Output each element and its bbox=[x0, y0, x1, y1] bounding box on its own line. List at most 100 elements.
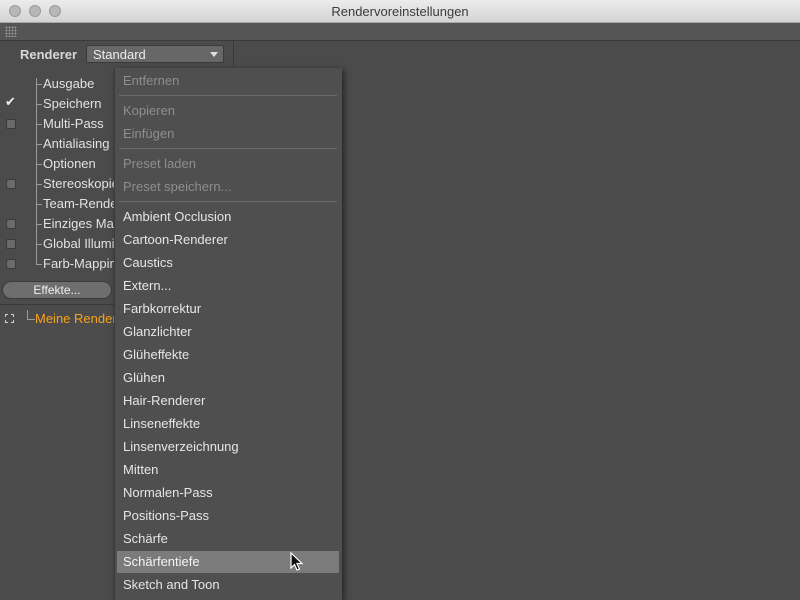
tree-item[interactable]: ✔ Speichern bbox=[0, 94, 115, 114]
menu-item-label: Normalen-Pass bbox=[123, 485, 213, 500]
tree-item[interactable]: Antialiasing bbox=[0, 134, 115, 154]
menu-item-label: Extern... bbox=[123, 278, 172, 293]
menu-item[interactable]: Positions-Pass bbox=[117, 505, 339, 527]
tree-item-label: Ausgabe bbox=[43, 76, 95, 91]
tree-connector bbox=[36, 104, 42, 105]
menu-separator bbox=[119, 95, 337, 96]
menu-item-label: Schärfe bbox=[123, 531, 168, 546]
menu-item-label: Glühen bbox=[123, 370, 165, 385]
tree-item-label: Antialiasing bbox=[43, 136, 110, 151]
tree-connector bbox=[36, 144, 42, 145]
menu-item[interactable]: Glanzlichter bbox=[117, 321, 339, 343]
menu-item-label: Kopieren bbox=[123, 103, 176, 118]
menu-item[interactable]: Kopieren bbox=[117, 100, 339, 122]
menu-item-label: Mitten bbox=[123, 462, 159, 477]
tree-item[interactable]: Ausgabe bbox=[0, 74, 115, 94]
tree-connector bbox=[36, 124, 42, 125]
settings-tree: Ausgabe ✔ Speichern Multi-Pass Antialiasing O… bbox=[0, 68, 122, 600]
tree-connector bbox=[27, 310, 35, 320]
menu-item-label: Positions-Pass bbox=[123, 508, 209, 523]
menu-item-label: Entfernen bbox=[123, 73, 180, 88]
preset-label: Meine Render bbox=[35, 311, 117, 326]
menu-item-label: Sketch and Toon bbox=[123, 577, 220, 592]
tree-connector bbox=[36, 224, 42, 225]
menu-item[interactable]: Schärfentiefe bbox=[117, 551, 339, 573]
preset-icon bbox=[5, 314, 14, 323]
renderer-label: Renderer bbox=[20, 47, 78, 62]
divider bbox=[233, 41, 234, 67]
menu-item[interactable]: Entfernen bbox=[117, 70, 339, 92]
menu-item[interactable]: Glühen bbox=[117, 367, 339, 389]
tree-item[interactable]: Team-Render bbox=[0, 194, 122, 214]
menu-item[interactable]: Linsenverzeichnung bbox=[117, 436, 339, 458]
menu-item-label: Hair-Renderer bbox=[123, 393, 206, 408]
checkmark-icon[interactable]: ✔ bbox=[5, 94, 16, 110]
preset-item[interactable]: Meine Render bbox=[0, 309, 117, 329]
tree-connector bbox=[36, 164, 42, 165]
menu-item[interactable]: Farbkorrektur bbox=[117, 298, 339, 320]
menu-item[interactable]: Linseneffekte bbox=[117, 413, 339, 435]
menu-item[interactable]: Extern... bbox=[117, 275, 339, 297]
menu-item-label: Glanzlichter bbox=[123, 324, 192, 339]
menu-item[interactable]: Ambient Occlusion bbox=[117, 206, 339, 228]
menu-item-label: Farbkorrektur bbox=[123, 301, 202, 316]
grip-icon[interactable] bbox=[5, 26, 17, 37]
menu-item-label: Cartoon-Renderer bbox=[123, 232, 228, 247]
renderer-row: Renderer Standard bbox=[0, 41, 234, 67]
menu-item[interactable]: Cartoon-Renderer bbox=[117, 229, 339, 251]
tree-connector bbox=[36, 204, 42, 205]
window-title: Rendervoreinstellungen bbox=[331, 4, 469, 19]
tree-item-label: Multi-Pass bbox=[43, 116, 104, 131]
tree-item[interactable]: Farb-Mappin bbox=[0, 254, 117, 274]
checkbox[interactable] bbox=[6, 259, 16, 269]
menu-item-label: Linsenverzeichnung bbox=[123, 439, 239, 454]
menu-item-label: Linseneffekte bbox=[123, 416, 201, 431]
menu-item[interactable]: Hair-Renderer bbox=[117, 390, 339, 412]
divider bbox=[0, 304, 115, 305]
menu-item[interactable]: Schärfe bbox=[117, 528, 339, 550]
menu-item-label: Preset laden bbox=[123, 156, 196, 171]
menu-item[interactable]: Einfügen bbox=[117, 123, 339, 145]
tree-connector bbox=[36, 244, 42, 245]
tree-item[interactable]: Stereoskopie bbox=[0, 174, 119, 194]
effects-button[interactable]: Effekte... bbox=[2, 281, 112, 299]
checkbox[interactable] bbox=[6, 239, 16, 249]
tree-item[interactable]: Multi-Pass bbox=[0, 114, 115, 134]
toolbar-strip bbox=[0, 23, 800, 41]
context-menu: Entfernen Kopieren Einfügen Preset laden Pre… bbox=[114, 68, 342, 600]
chevron-down-icon bbox=[210, 52, 218, 57]
menu-item-label: Einfügen bbox=[123, 126, 175, 141]
tree-item[interactable]: Optionen bbox=[0, 154, 115, 174]
title-bar: Rendervoreinstellungen bbox=[0, 0, 800, 23]
tree-item[interactable]: Global Illumi bbox=[0, 234, 115, 254]
checkbox[interactable] bbox=[6, 179, 16, 189]
tree-connector bbox=[36, 254, 37, 264]
mouse-cursor-icon bbox=[290, 552, 304, 571]
menu-item-label: Schärfentiefe bbox=[123, 554, 200, 569]
menu-item[interactable]: Sketch and Toon bbox=[117, 574, 339, 596]
menu-item-label: Preset speichern... bbox=[123, 179, 232, 194]
menu-separator bbox=[119, 201, 337, 202]
menu-item[interactable]: Normalen-Pass bbox=[117, 482, 339, 504]
tree-connector bbox=[36, 78, 37, 94]
menu-item[interactable]: Preset speichern... bbox=[117, 176, 339, 198]
menu-separator bbox=[119, 148, 337, 149]
tree-connector bbox=[36, 84, 42, 85]
tree-item-label: Einziges Ma bbox=[43, 216, 114, 231]
tree-item-label: Team-Render bbox=[43, 196, 122, 211]
menu-item[interactable]: Mitten bbox=[117, 459, 339, 481]
tree-item-label: Farb-Mappin bbox=[43, 256, 117, 271]
renderer-select[interactable]: Standard bbox=[86, 45, 224, 63]
renderer-value: Standard bbox=[93, 47, 146, 62]
menu-item[interactable]: Preset laden bbox=[117, 153, 339, 175]
tree-item[interactable]: Einziges Ma bbox=[0, 214, 115, 234]
menu-item-label: Glüheffekte bbox=[123, 347, 190, 362]
tree-item-label: Global Illumi bbox=[43, 236, 115, 251]
menu-item-label: Caustics bbox=[123, 255, 173, 270]
checkbox[interactable] bbox=[6, 119, 16, 129]
menu-item-label: Ambient Occlusion bbox=[123, 209, 232, 224]
menu-item[interactable]: Glüheffekte bbox=[117, 344, 339, 366]
menu-item[interactable]: Caustics bbox=[117, 252, 339, 274]
tree-connector bbox=[36, 184, 42, 185]
checkbox[interactable] bbox=[6, 219, 16, 229]
